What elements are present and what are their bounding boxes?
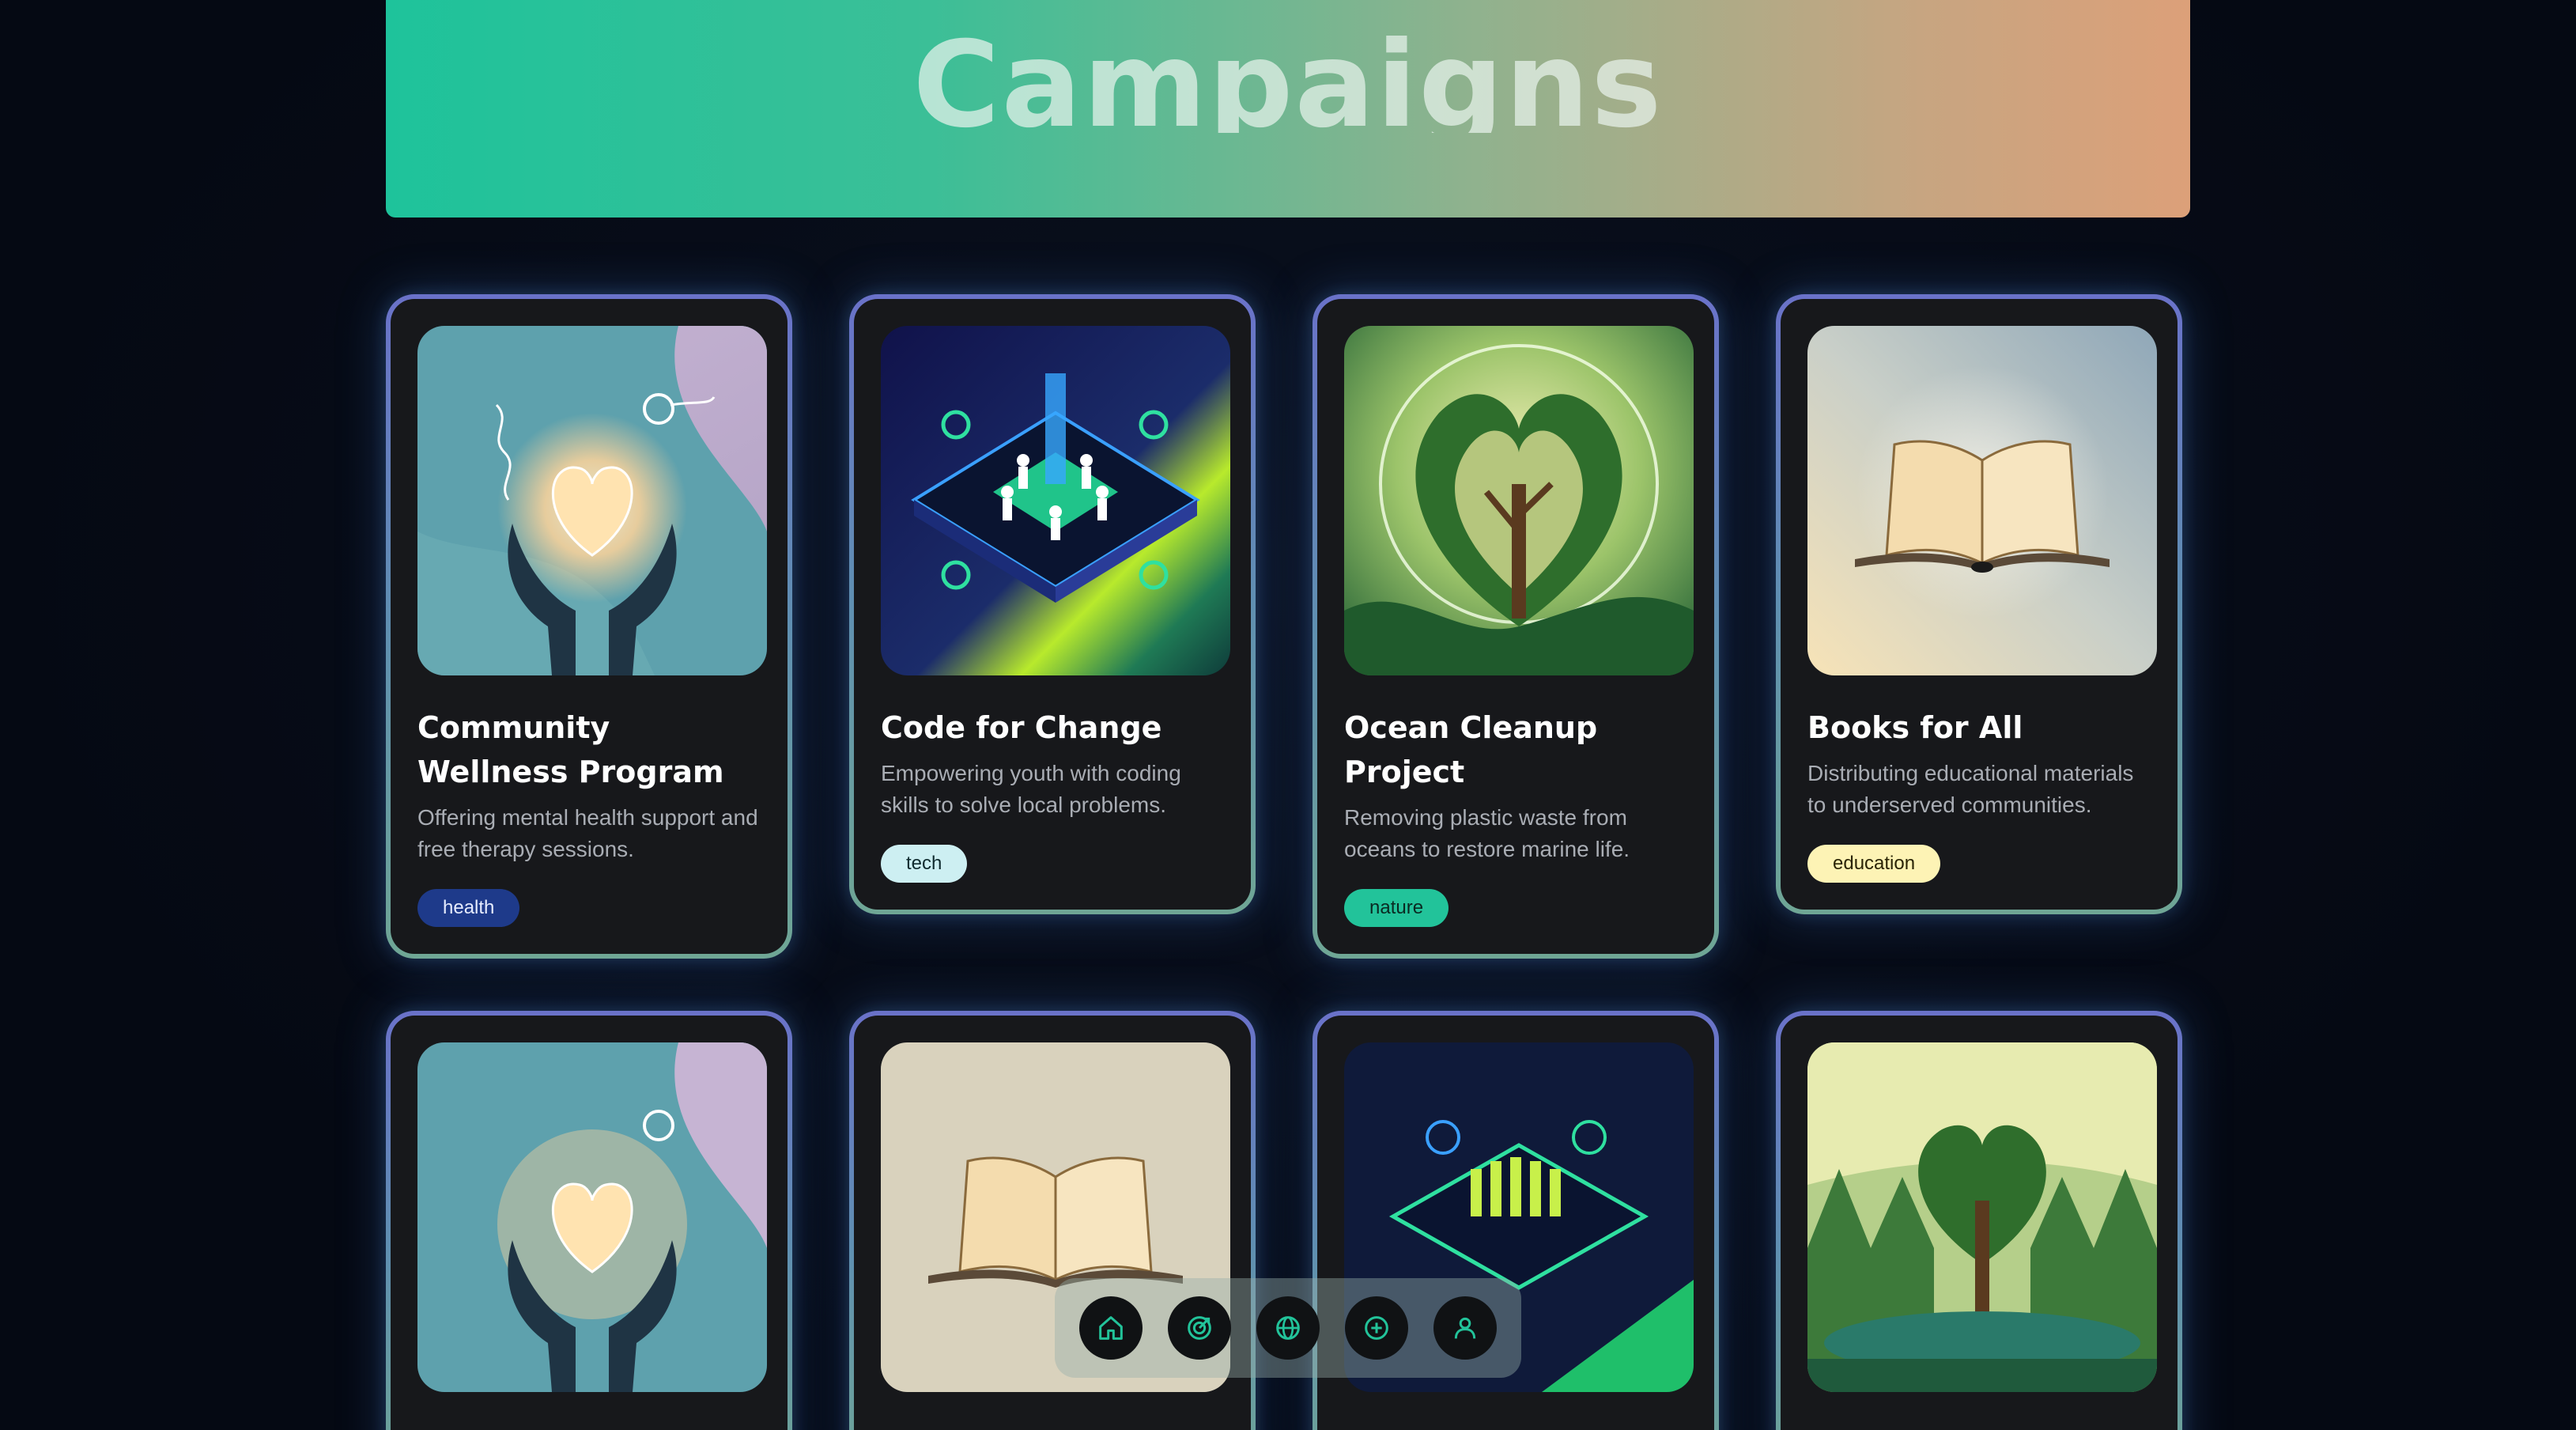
heart-tree-illustration (1344, 326, 1694, 675)
category-tag[interactable]: health (417, 889, 520, 927)
category-tag[interactable]: tech (881, 845, 968, 883)
nav-explore-button[interactable] (1256, 1296, 1320, 1360)
campaign-title: Code for Change (881, 710, 1162, 745)
header-banner: Campaigns (386, 0, 2190, 218)
campaign-title: Ocean Cleanup Project (1344, 710, 1598, 789)
category-tag[interactable]: education (1807, 845, 1941, 883)
globe-icon (1276, 1316, 1300, 1340)
campaign-title: Books for All (1807, 710, 2023, 745)
campaign-description: Offering mental health support and free … (417, 805, 758, 861)
bottom-nav (1055, 1278, 1521, 1378)
campaign-description: Distributing educational materials to un… (1807, 761, 2134, 817)
campaign-card[interactable]: Code for Change Empowering youth with co… (849, 294, 1256, 914)
campaign-card[interactable]: Community Wellness Program Offering ment… (386, 294, 792, 959)
campaign-description: Empowering youth with coding skills to s… (881, 761, 1181, 817)
nav-home-button[interactable] (1079, 1296, 1143, 1360)
campaign-card[interactable] (386, 1011, 792, 1430)
nav-profile-button[interactable] (1433, 1296, 1497, 1360)
campaign-card[interactable]: Ocean Cleanup Project Removing plastic w… (1313, 294, 1719, 959)
category-tag[interactable]: nature (1344, 889, 1449, 927)
home-icon (1099, 1316, 1123, 1340)
nav-campaigns-button[interactable] (1168, 1296, 1231, 1360)
heart-tree-illustration (1807, 1042, 2157, 1392)
page-title: Campaigns (912, 22, 1664, 133)
heart-in-hands-illustration (417, 326, 767, 675)
nav-create-button[interactable] (1345, 1296, 1408, 1360)
page: Campaigns Community Wellness Program Off… (0, 0, 2576, 1430)
circuit-community-illustration (881, 326, 1230, 675)
open-book-illustration (1807, 326, 2157, 675)
campaign-card[interactable]: Books for All Distributing educational m… (1776, 294, 2182, 914)
campaign-description: Removing plastic waste from oceans to re… (1344, 805, 1630, 861)
target-icon (1188, 1316, 1211, 1340)
heart-in-hands-illustration (417, 1042, 767, 1392)
user-icon (1454, 1317, 1476, 1339)
campaign-card[interactable] (1776, 1011, 2182, 1430)
plus-circle-icon (1365, 1316, 1388, 1340)
campaign-title: Community Wellness Program (417, 710, 724, 789)
